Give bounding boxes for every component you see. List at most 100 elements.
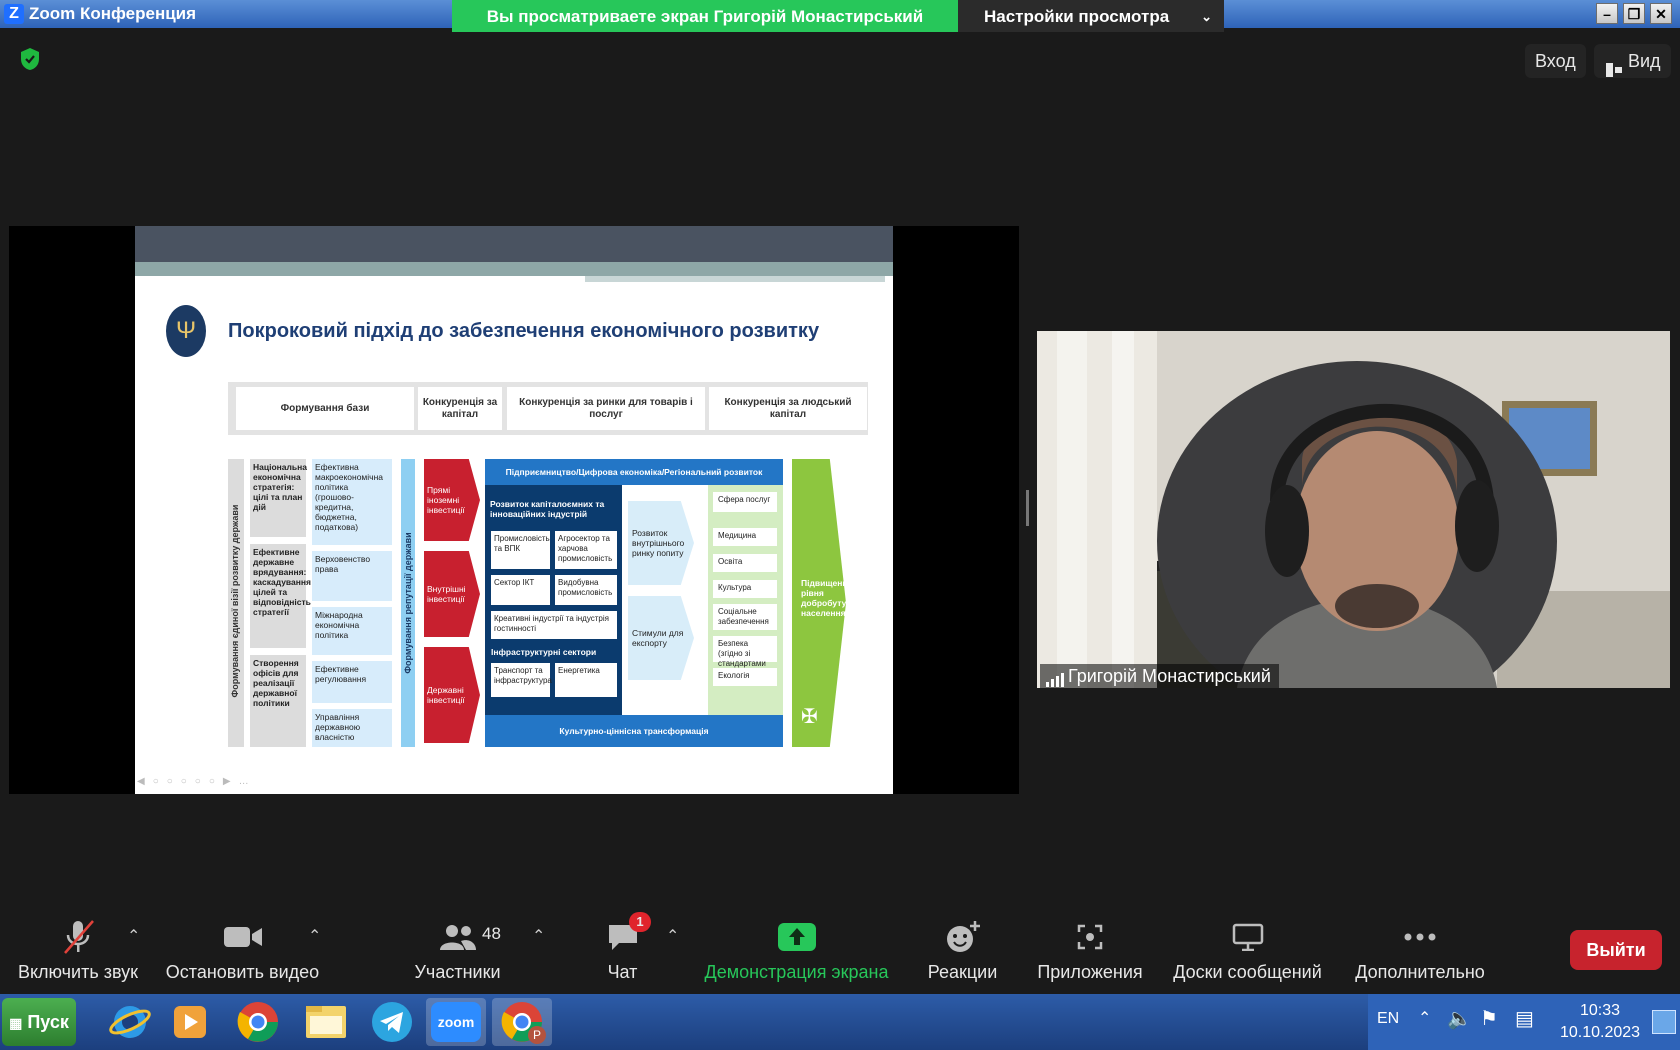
network-icon[interactable]: ▤ [1515, 1006, 1534, 1031]
cultural-transformation-footer: Культурно-ціннісна трансформація [485, 715, 783, 747]
windows-logo-icon: ▦ [9, 1015, 23, 1031]
close-button[interactable]: ✕ [1650, 3, 1672, 24]
video-camera-icon [160, 918, 325, 956]
red-arrow-3: Державні інвестиції [424, 647, 480, 743]
security-shield-icon[interactable] [19, 47, 41, 71]
start-label: Пуск [27, 1012, 69, 1032]
whiteboard-icon [1165, 918, 1330, 956]
audio-options-caret[interactable]: ⌃ [127, 926, 140, 946]
slide-header-bar [135, 226, 893, 262]
chrome-profile-icon: P [500, 1000, 546, 1044]
participants-icon: 48 [400, 918, 515, 956]
stage-2: Конкуренція за капітал [418, 387, 502, 430]
minimize-button[interactable]: – [1596, 3, 1618, 24]
clock-date: 10.10.2023 [1559, 1024, 1641, 1041]
stop-video-label: Остановить видео [165, 962, 320, 982]
stage-4: Конкуренція за людський капітал [709, 387, 867, 430]
show-hidden-icons-icon[interactable]: ⌃ [1418, 1008, 1431, 1028]
share-screen-button[interactable]: Демонстрация экрана [700, 918, 893, 983]
green-arrow-label: Підвищення рівня добробуту населення [801, 578, 853, 618]
more-button[interactable]: Дополнительно [1345, 918, 1495, 983]
restore-button[interactable]: ❐ [1623, 3, 1645, 24]
industry-box-3: Сектор ІКТ [491, 575, 550, 605]
grey-box-3: Створення офісів для реалізації державно… [250, 655, 306, 747]
signal-strength-icon [1046, 669, 1064, 693]
zoom-icon: zoom [431, 1002, 481, 1042]
share-screen-label: Демонстрация экрана [704, 962, 889, 982]
blue-box-4: Ефективне регулювання [312, 661, 392, 703]
apps-icon [1030, 918, 1150, 956]
taskbar-clock[interactable]: 10:33 10.10.2023 [1550, 1000, 1650, 1044]
more-label: Дополнительно [1355, 962, 1485, 982]
chrome-icon[interactable] [228, 998, 288, 1046]
stage-1: Формування бази [236, 387, 414, 430]
grey-box-1: Національна економічна стратегія: цілі т… [250, 459, 307, 537]
view-options-dropdown[interactable]: Настройки просмотра ⌄ [958, 0, 1224, 32]
blue-box-2: Верховенство права [312, 551, 392, 601]
blue-box-3: Міжнародна економічна політика [312, 607, 392, 655]
participant-name: Григорій Монастирський [1068, 666, 1271, 686]
file-explorer-icon[interactable] [296, 998, 356, 1046]
viewing-screen-banner: Вы просматриваете экран Григорій Монасти… [452, 0, 958, 32]
whiteboards-button[interactable]: Доски сообщений [1165, 918, 1330, 983]
leave-meeting-button[interactable]: Выйти [1570, 930, 1662, 970]
chrome-profile-taskbar-app[interactable]: P [492, 998, 552, 1046]
view-button[interactable]: Вид [1594, 44, 1671, 78]
language-indicator[interactable]: EN [1377, 1010, 1399, 1028]
service-5: Соціальне забезпечення [713, 604, 777, 630]
industry-box-5: Креативні індустрії та індустрія гостинн… [491, 611, 617, 639]
media-player-icon[interactable] [160, 998, 220, 1046]
unmute-label: Включить звук [17, 962, 139, 982]
stop-video-button[interactable]: Остановить видео [160, 918, 325, 983]
panel-splitter-handle[interactable] [1026, 490, 1029, 526]
reactions-smiley-icon [915, 918, 1010, 956]
view-options-label: Настройки просмотра [984, 7, 1170, 26]
show-desktop-button[interactable] [1652, 1010, 1676, 1034]
light-arrow-1: Розвиток внутрішнього ринку попиту [628, 501, 694, 585]
reactions-button[interactable]: Реакции [915, 918, 1010, 983]
chat-label: Чат [607, 962, 638, 982]
industry-box-2: Агросектор та харчова промисловість [555, 531, 617, 569]
share-screen-icon [700, 918, 893, 956]
people-icon: ✠ [801, 706, 818, 728]
industry-box-4: Видобувна промисловість [555, 575, 617, 605]
action-center-flag-icon[interactable]: ⚑ [1480, 1006, 1498, 1031]
zoom-taskbar-app[interactable]: zoom [426, 998, 486, 1046]
volume-icon[interactable]: 🔈 [1447, 1006, 1472, 1031]
chat-options-caret[interactable]: ⌃ [666, 926, 679, 946]
whiteboards-label: Доски сообщений [1173, 962, 1322, 982]
chat-button[interactable]: 1 Чат [585, 912, 660, 983]
participant-video[interactable] [1037, 331, 1670, 688]
clock-time: 10:33 [1579, 1002, 1621, 1019]
slide-title: Покроковий підхід до забезпечення економ… [228, 320, 820, 342]
participants-button[interactable]: 48 Участники [400, 918, 515, 983]
service-2: Медицина [713, 528, 777, 546]
start-button[interactable]: ▦ Пуск [2, 998, 76, 1046]
reputation-label: Формування репутації держави [403, 532, 413, 674]
sign-in-button[interactable]: Вход [1525, 44, 1586, 78]
view-layout-icon [1606, 54, 1622, 77]
more-dots-icon [1345, 918, 1495, 956]
stage-3: Конкуренція за ринки для товарів і послу… [507, 387, 705, 430]
window-title: Zoom Конференция [29, 4, 197, 23]
blue-box-1: Ефективна макроекономічна політика (грош… [312, 459, 392, 545]
service-6: Безпека (згідно зі стандартами НАТО) [713, 636, 777, 678]
light-arrow-2: Стимули для експорту [628, 596, 694, 680]
participants-label: Участники [414, 962, 501, 982]
zoom-logo-icon: Z [4, 4, 24, 24]
vision-label: Формування єдиної візії розвитку держави [230, 504, 240, 698]
chat-bubble-icon: 1 [585, 912, 660, 956]
internet-explorer-icon[interactable] [100, 998, 160, 1046]
video-options-caret[interactable]: ⌃ [308, 926, 321, 946]
participants-count: 48 [482, 924, 501, 943]
infrastructure-title: Інфраструктурні сектори [491, 647, 597, 657]
participants-options-caret[interactable]: ⌃ [532, 926, 545, 946]
view-label: Вид [1628, 51, 1661, 71]
entrepreneurship-header: Підприємництво/Цифрова економіка/Регіона… [485, 459, 783, 485]
telegram-icon[interactable] [362, 998, 422, 1046]
profile-badge: P [528, 1026, 546, 1044]
slide-controls[interactable]: ◀○○○○○▶… [137, 776, 297, 790]
apps-button[interactable]: Приложения [1030, 918, 1150, 983]
trident-emblem-icon: Ψ [166, 305, 206, 357]
service-3: Освіта [713, 554, 777, 572]
